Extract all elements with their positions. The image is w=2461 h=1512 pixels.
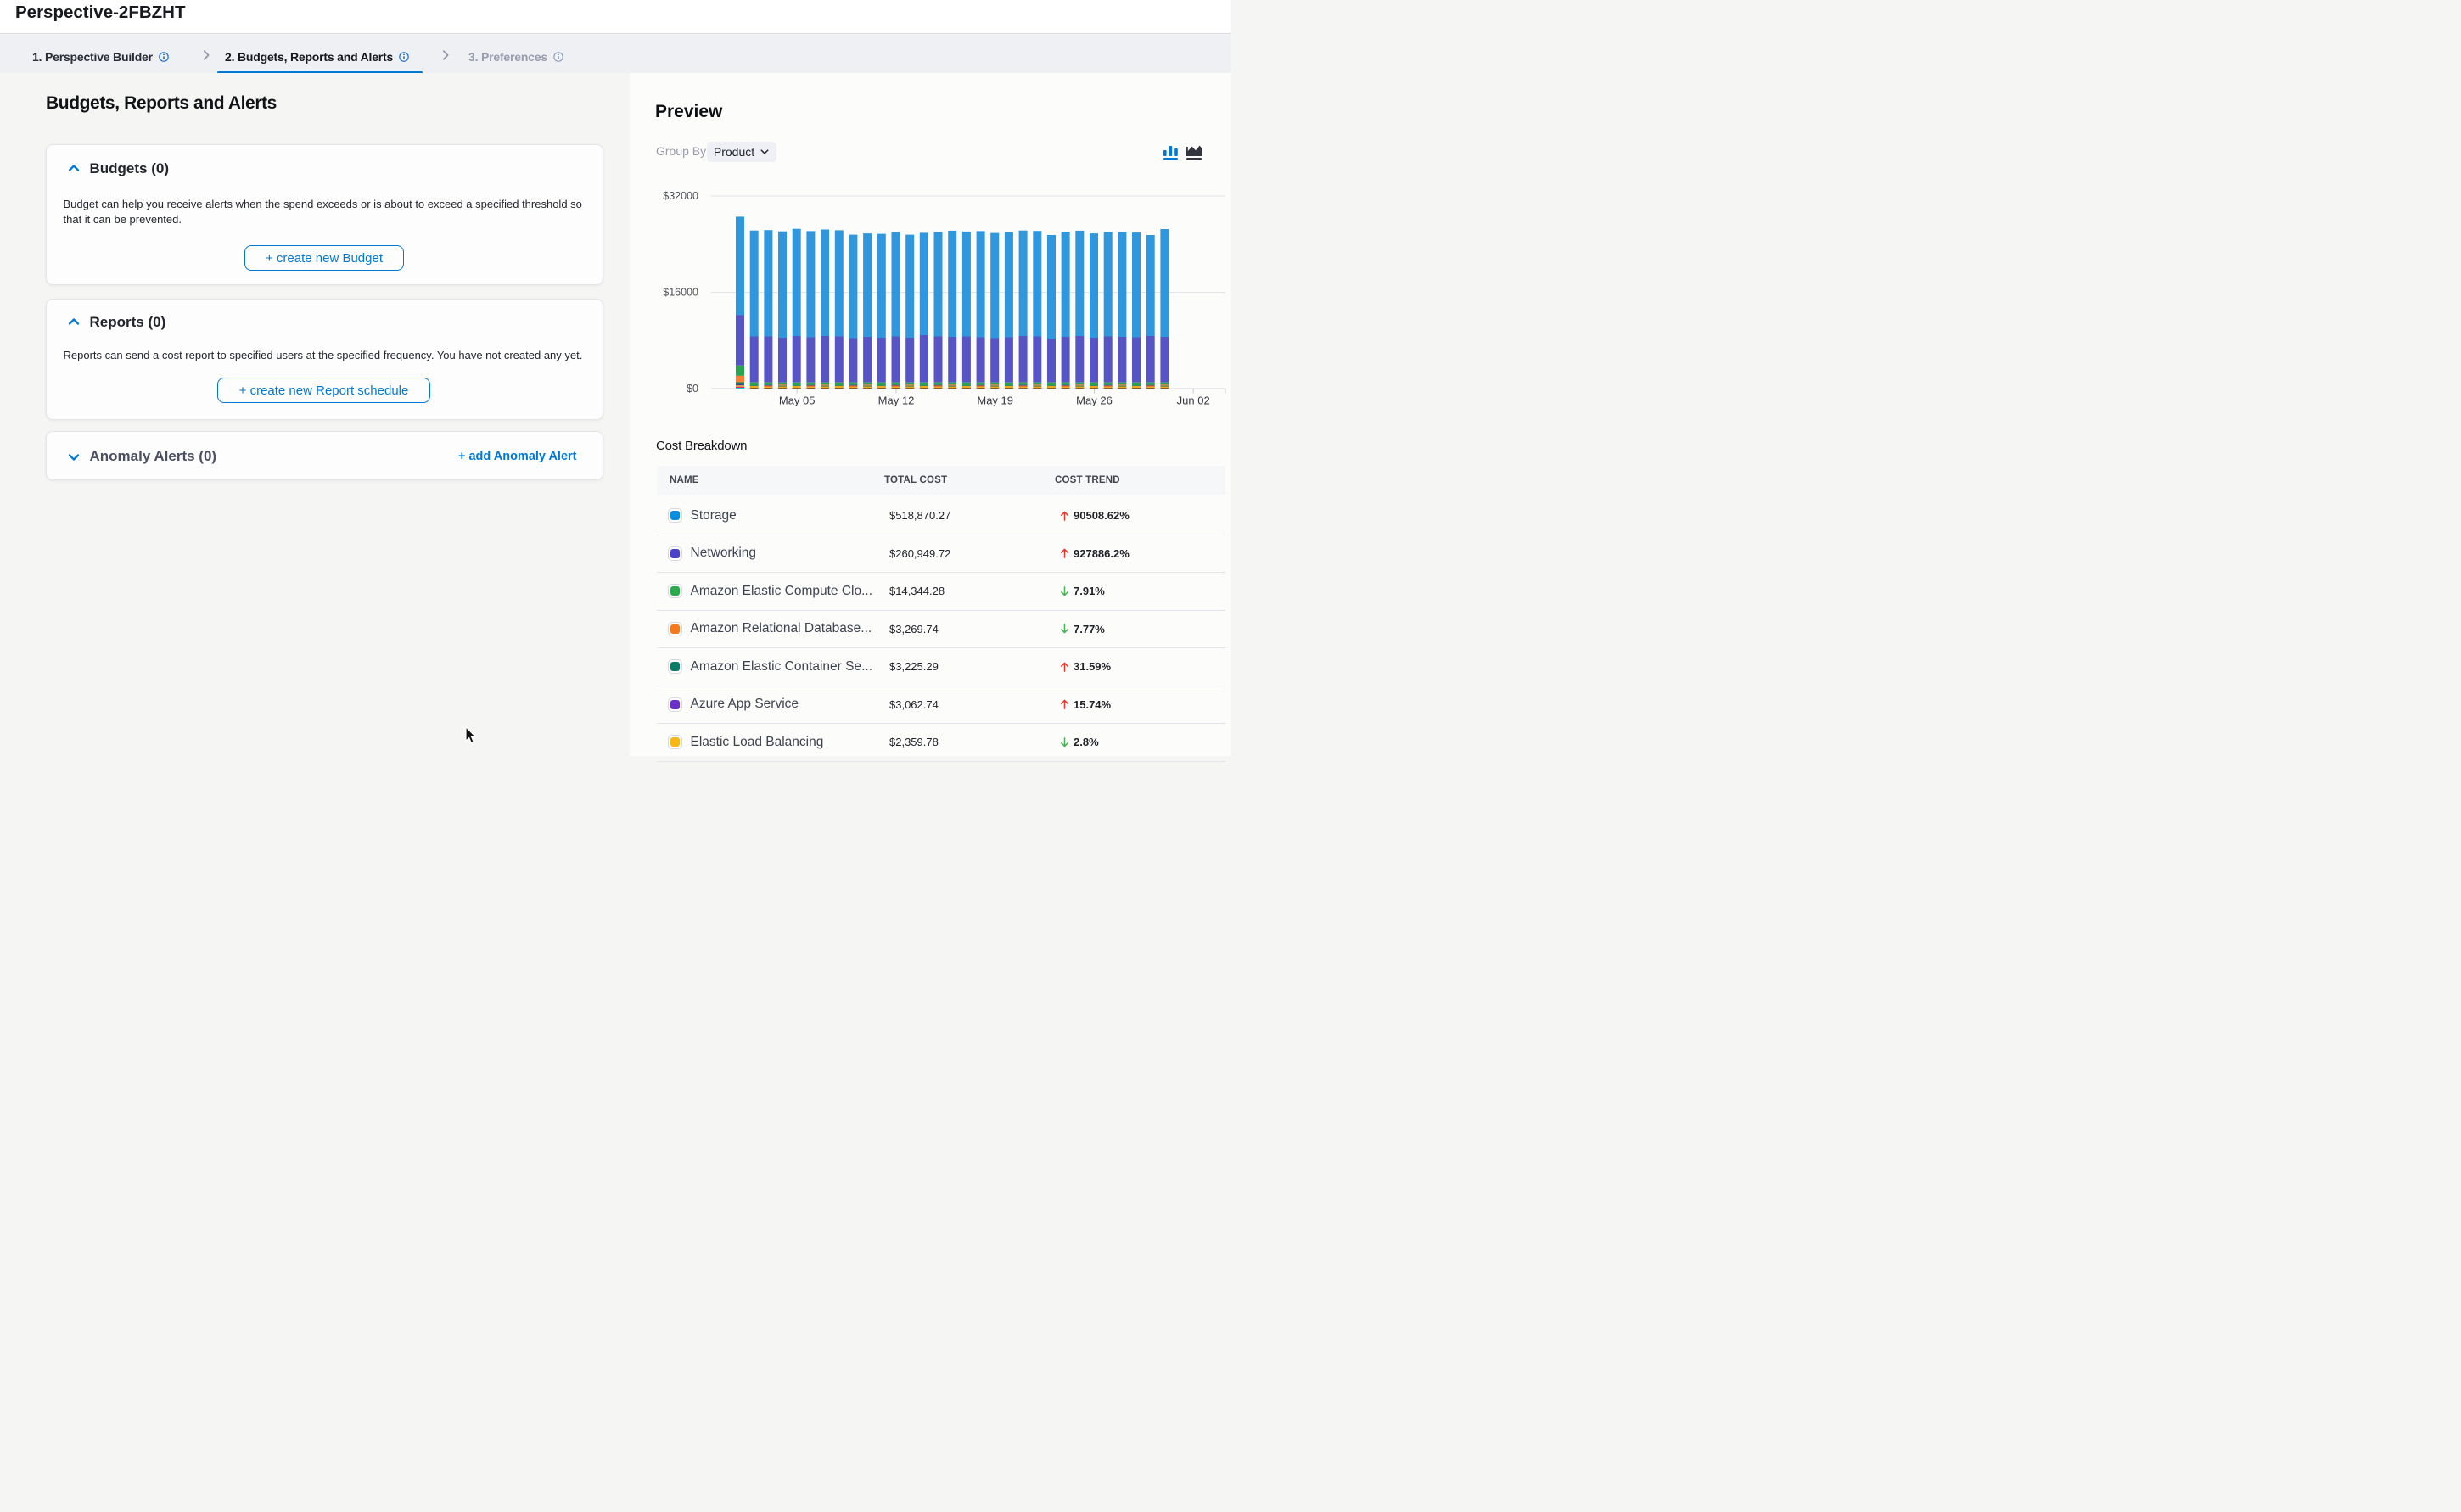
svg-text:Jun 02: Jun 02	[1177, 395, 1210, 407]
svg-text:May 12: May 12	[878, 395, 915, 407]
svg-text:May 19: May 19	[977, 395, 1013, 407]
svg-text:May 26: May 26	[1076, 395, 1113, 407]
svg-text:$32000: $32000	[663, 190, 698, 202]
svg-text:$0: $0	[687, 383, 698, 395]
svg-text:May 05: May 05	[779, 395, 816, 407]
svg-text:$16000: $16000	[663, 287, 698, 299]
